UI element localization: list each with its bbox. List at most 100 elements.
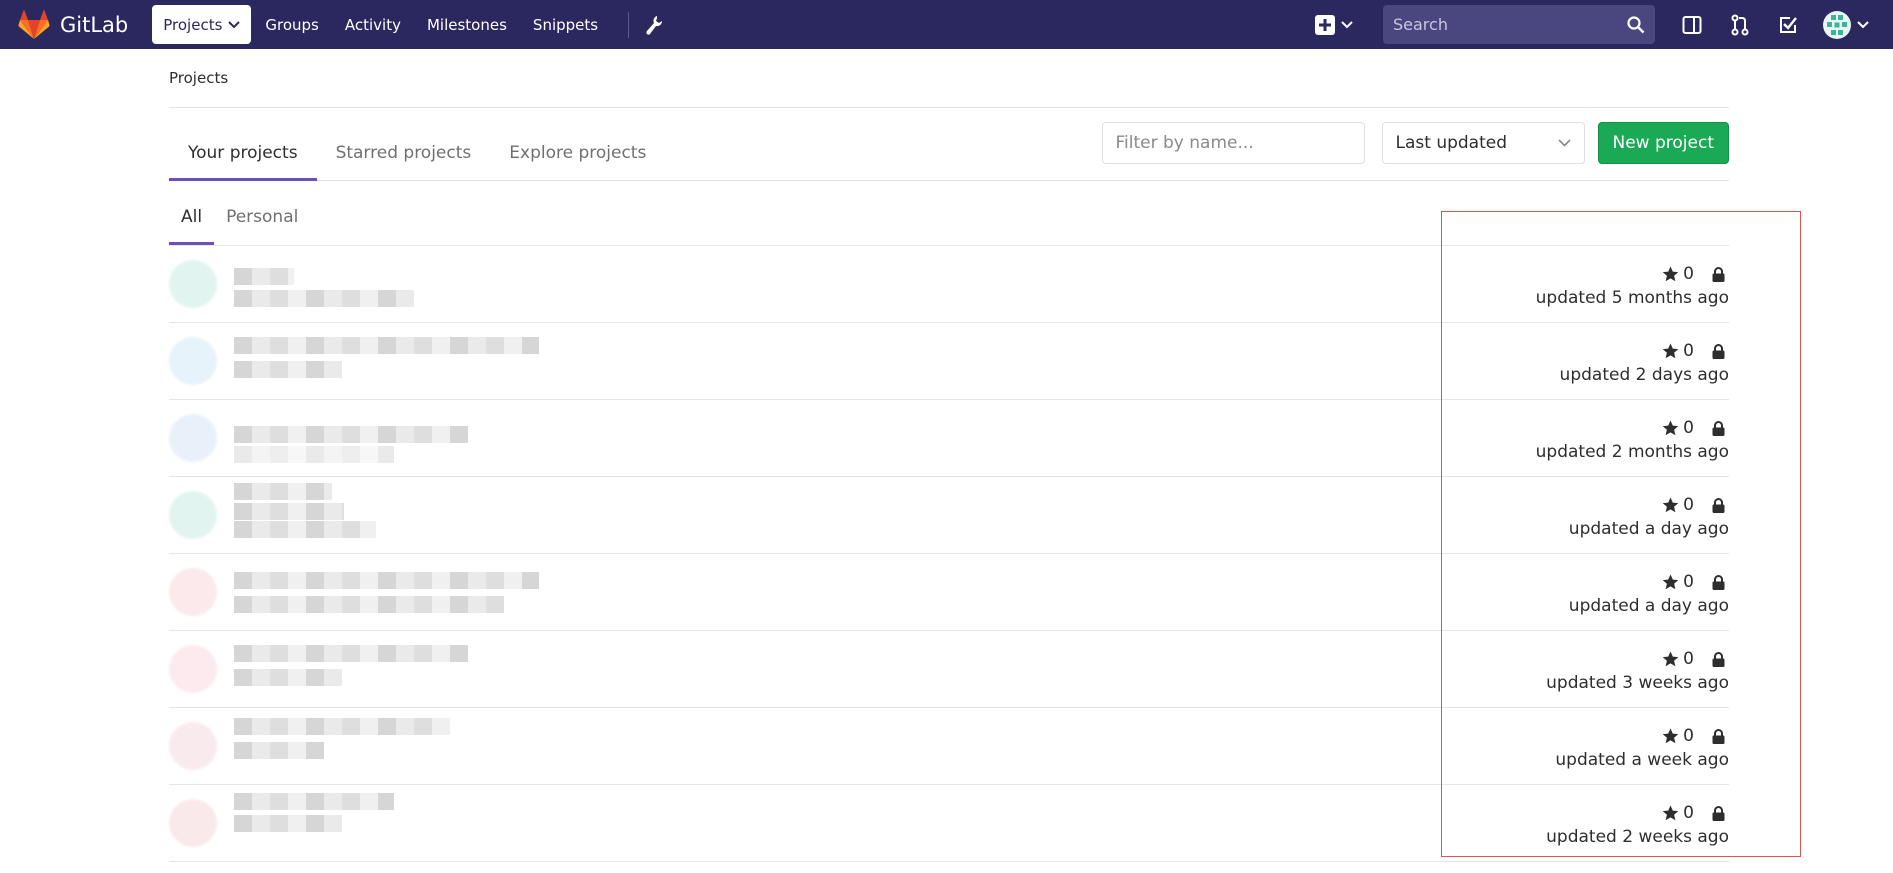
merge-requests-button[interactable] — [1725, 10, 1755, 40]
project-description-redacted — [234, 596, 504, 613]
star-icon — [1662, 420, 1679, 436]
project-avatar — [169, 645, 217, 693]
star-icon — [1662, 574, 1679, 590]
projects-tabs: Your projects Starred projects Explore p… — [169, 108, 665, 181]
project-updated-time: updated 5 months ago — [1535, 288, 1729, 308]
project-avatar — [169, 414, 217, 462]
chevron-down-icon — [1557, 139, 1571, 147]
star-count: 0 — [1662, 572, 1694, 592]
star-count: 0 — [1662, 495, 1694, 515]
star-icon — [1662, 266, 1679, 282]
star-count-value: 0 — [1683, 803, 1694, 823]
project-name-redacted — [234, 483, 332, 500]
search-input[interactable] — [1393, 15, 1627, 34]
content-container: Projects Your projects Starred projects … — [169, 49, 1729, 862]
lock-icon — [1712, 343, 1725, 359]
star-count-value: 0 — [1683, 418, 1694, 438]
project-updated-time: updated 3 weeks ago — [1546, 673, 1729, 693]
star-count: 0 — [1662, 418, 1694, 438]
tab-all[interactable]: All — [169, 180, 215, 245]
gitlab-home-link[interactable]: GitLab — [18, 0, 128, 49]
nav-groups[interactable]: Groups — [255, 5, 328, 44]
project-updated-time: updated a day ago — [1568, 519, 1729, 539]
lock-icon — [1712, 728, 1725, 744]
sort-dropdown[interactable]: Last updated — [1381, 122, 1585, 164]
todo-check-icon — [1780, 16, 1797, 33]
star-icon — [1662, 651, 1679, 667]
project-name-redacted — [234, 337, 539, 354]
project-row[interactable]: 0 updated 2 weeks ago — [169, 785, 1729, 862]
user-avatar-icon — [1823, 10, 1851, 39]
new-project-button[interactable]: New project — [1597, 122, 1729, 164]
chevron-down-icon — [228, 20, 241, 28]
user-menu-dropdown[interactable] — [1823, 10, 1869, 39]
project-description-redacted — [234, 669, 342, 686]
filter-by-name-input[interactable] — [1101, 122, 1365, 164]
project-avatar — [169, 799, 217, 847]
merge-request-icon — [1731, 14, 1749, 35]
project-row[interactable]: 0 updated 3 weeks ago — [169, 631, 1729, 708]
projects-controls: Last updated New project — [1101, 122, 1729, 164]
nav-activity[interactable]: Activity — [335, 5, 411, 44]
lock-icon — [1712, 420, 1725, 436]
tab-your-projects[interactable]: Your projects — [169, 108, 317, 181]
top-navbar: GitLab Projects Groups Activity Mileston… — [0, 0, 1893, 49]
project-row[interactable]: 0 updated 5 months ago — [169, 246, 1729, 323]
project-updated-time: updated a day ago — [1568, 596, 1729, 616]
star-count: 0 — [1662, 341, 1694, 361]
tab-explore-projects[interactable]: Explore projects — [490, 108, 665, 181]
lock-icon — [1712, 266, 1725, 282]
star-icon — [1662, 343, 1679, 359]
project-filter-tabs: All Personal — [169, 181, 1729, 246]
star-icon — [1662, 728, 1679, 744]
nav-projects-dropdown[interactable]: Projects — [152, 5, 252, 44]
sidebar-icon — [1682, 15, 1702, 34]
nav-snippets[interactable]: Snippets — [523, 5, 608, 44]
chevron-down-icon — [1341, 20, 1353, 28]
star-count: 0 — [1662, 803, 1694, 823]
lock-icon — [1712, 805, 1725, 821]
project-row[interactable]: 0 updated 2 days ago — [169, 323, 1729, 400]
todos-button[interactable] — [1773, 10, 1803, 40]
tab-starred-projects[interactable]: Starred projects — [317, 108, 491, 181]
project-avatar — [169, 722, 217, 770]
sidebar-toggle-button[interactable] — [1677, 10, 1707, 40]
project-row[interactable]: 0 updated 2 months ago — [169, 400, 1729, 477]
star-count-value: 0 — [1683, 649, 1694, 669]
star-icon — [1662, 497, 1679, 513]
star-count-value: 0 — [1683, 572, 1694, 592]
star-count: 0 — [1662, 649, 1694, 669]
star-icon — [1662, 805, 1679, 821]
project-row[interactable]: 0 updated a day ago — [169, 477, 1729, 554]
project-updated-time: updated 2 days ago — [1559, 365, 1729, 385]
search-box — [1383, 5, 1655, 44]
sort-selected-label: Last updated — [1395, 133, 1508, 153]
project-updated-time: updated 2 months ago — [1535, 442, 1729, 462]
plus-square-icon — [1315, 14, 1335, 35]
search-icon — [1627, 15, 1645, 33]
lock-icon — [1712, 497, 1725, 513]
star-count: 0 — [1662, 264, 1694, 284]
project-avatar — [169, 568, 217, 616]
project-updated-time: updated 2 weeks ago — [1546, 827, 1729, 847]
project-name-redacted — [234, 503, 344, 520]
project-row[interactable]: 0 updated a week ago — [169, 708, 1729, 785]
tab-personal[interactable]: Personal — [214, 180, 310, 245]
project-description-redacted — [234, 361, 342, 378]
admin-area-link[interactable] — [645, 15, 663, 35]
lock-icon — [1712, 651, 1725, 667]
chevron-down-icon — [1857, 20, 1869, 28]
new-dropdown[interactable] — [1315, 14, 1353, 35]
project-name-redacted — [234, 268, 294, 285]
project-avatar — [169, 491, 217, 539]
project-avatar — [169, 260, 217, 308]
breadcrumb-projects-link[interactable]: Projects — [169, 69, 228, 87]
project-name-redacted — [234, 718, 450, 735]
project-name-redacted — [234, 645, 468, 662]
projects-top-area: Your projects Starred projects Explore p… — [169, 108, 1729, 181]
nav-projects-label: Projects — [163, 15, 223, 34]
wrench-icon — [646, 15, 663, 35]
project-name-redacted — [234, 572, 539, 589]
project-row[interactable]: 0 updated a day ago — [169, 554, 1729, 631]
nav-milestones[interactable]: Milestones — [417, 5, 517, 44]
